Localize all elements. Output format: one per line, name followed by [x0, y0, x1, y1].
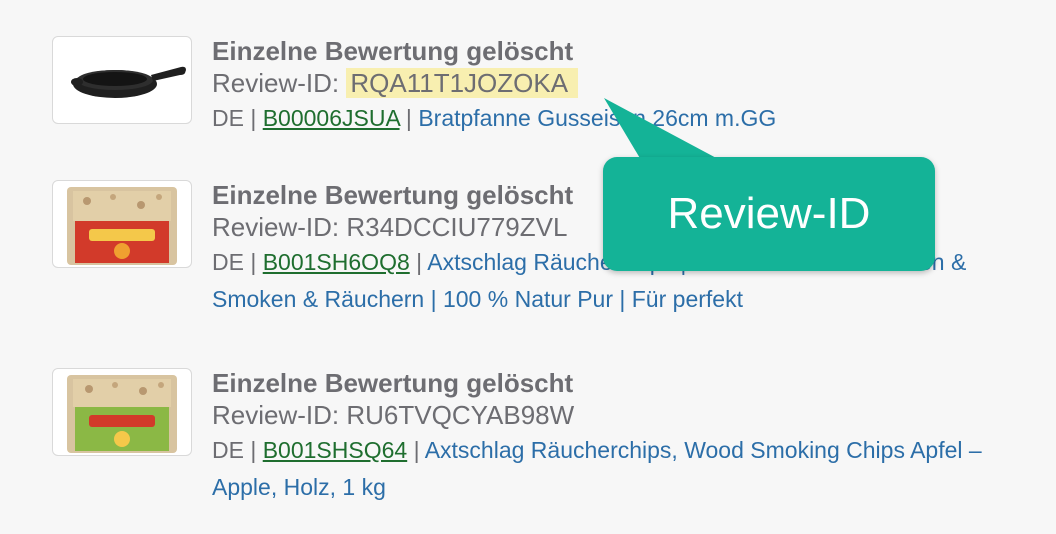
review-line: Review-ID: RQA11T1JOZOKA [212, 66, 1032, 100]
asin-link[interactable]: B00006JSUA [263, 105, 400, 131]
item-title: Einzelne Bewertung gelöscht [212, 368, 574, 398]
review-id-label: Review-ID: [212, 400, 347, 430]
separator: | [243, 437, 263, 463]
separator: | [399, 105, 419, 131]
separator: | [407, 437, 425, 463]
review-id-callout: Review-ID [603, 157, 935, 271]
callout-label: Review-ID [667, 189, 871, 238]
smoking-chips-bag-icon [67, 187, 177, 265]
cast-iron-pan-icon [71, 66, 186, 98]
product-thumbnail[interactable] [52, 368, 192, 456]
product-meta: DE | B00006JSUA | Bratpfanne Gusseisen 2… [212, 100, 1032, 137]
country-code: DE [212, 105, 244, 131]
separator: | [243, 105, 263, 131]
product-meta: DE | B001SHSQ64 | Axtschlag Räucherchips… [212, 432, 1032, 506]
review-id-value: RU6TVQCYAB98W [346, 400, 575, 430]
country-code: DE [212, 249, 244, 275]
item-text: Einzelne Bewertung gelöscht Review-ID: R… [212, 368, 1032, 506]
asin-link[interactable]: B001SH6OQ8 [263, 249, 410, 275]
item-text: Einzelne Bewertung gelöscht Review-ID: R… [212, 36, 1032, 137]
separator: | [409, 249, 428, 275]
review-id-value: R34DCCIU779ZVL [346, 212, 568, 242]
item-title: Einzelne Bewertung gelöscht [212, 36, 574, 66]
product-thumbnail[interactable] [52, 36, 192, 124]
country-code: DE [212, 437, 244, 463]
smoking-chips-bag-icon [67, 375, 177, 453]
product-thumbnail[interactable] [52, 180, 192, 268]
asin-link[interactable]: B001SHSQ64 [263, 437, 407, 463]
review-id-label: Review-ID: [212, 212, 347, 242]
review-line: Review-ID: RU6TVQCYAB98W [212, 398, 1032, 432]
review-id-label: Review-ID: [212, 68, 347, 98]
product-link[interactable]: Bratpfanne Gusseisen 26cm m.GG [418, 105, 776, 131]
separator: | [243, 249, 263, 275]
review-id-value: RQA11T1JOZOKA [346, 68, 579, 98]
